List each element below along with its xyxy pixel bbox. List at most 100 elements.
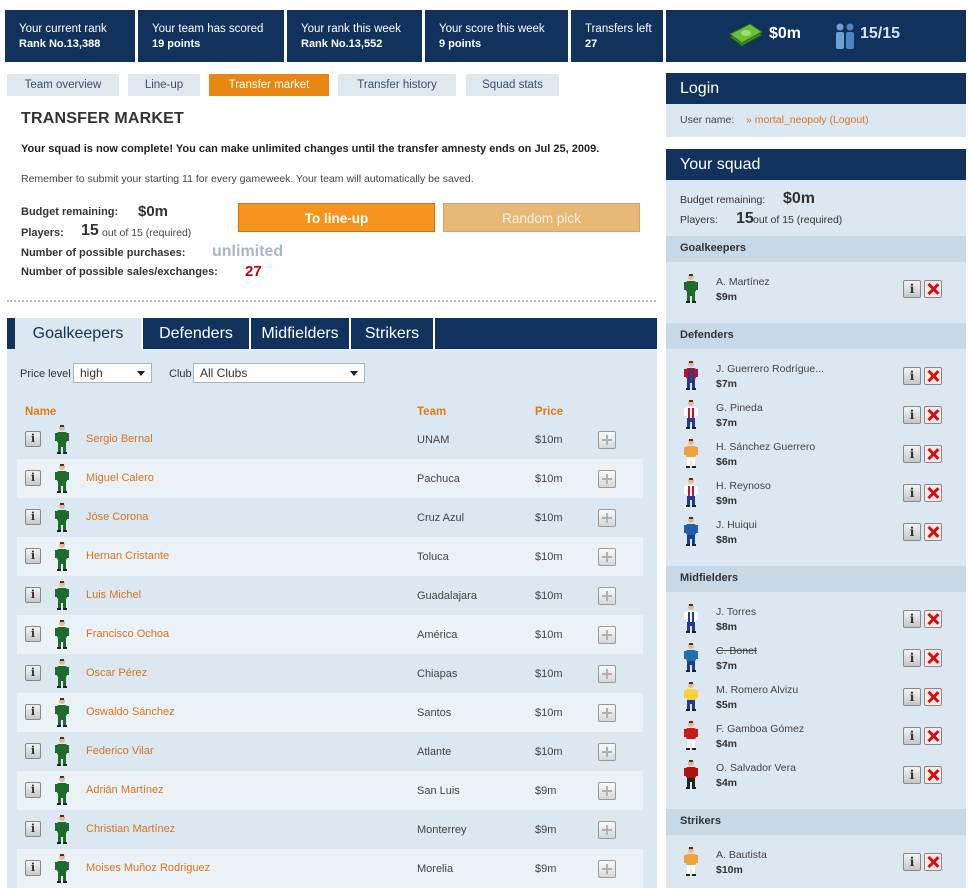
remove-player-icon[interactable] [924,367,942,385]
tab-team-overview[interactable]: Team overview [7,74,119,96]
tab-line-up[interactable]: Line-up [128,74,200,96]
player-name-link[interactable]: Hernan Cristante [86,550,169,562]
info-icon[interactable]: i [25,704,41,720]
info-icon[interactable]: i [25,626,41,642]
info-icon[interactable]: i [25,470,41,486]
info-icon[interactable]: i [903,523,921,541]
price-level-select[interactable]: high [73,363,152,383]
remove-player-icon[interactable] [924,727,942,745]
info-icon[interactable]: i [25,743,41,759]
stat-current-rank: Your current rank Rank No.13,388 [5,10,135,62]
player-name-link[interactable]: Moises Muñoz Rodriguez [86,862,210,874]
table-row: i Francisco Ochoa América $10m [17,615,643,654]
random-pick-button[interactable]: Random pick [443,203,640,232]
remove-player-icon[interactable] [924,766,942,784]
tab-strikers[interactable]: Strikers [351,318,433,349]
info-icon[interactable]: i [25,431,41,447]
add-player-icon[interactable] [598,704,616,722]
info-icon[interactable]: i [903,766,921,784]
player-name-link[interactable]: Oscar Pérez [86,667,147,679]
squad-player-name: M. Romero Alvizu [716,684,799,696]
squad-player-row: F. Gamboa Gómez $4m i [666,721,966,760]
table-row: i Adrián Martínez San Luis $9m [17,771,643,810]
stat-label: Your team has scored [152,23,264,35]
tab-squad-stats[interactable]: Squad stats [466,74,559,96]
remove-player-icon[interactable] [924,484,942,502]
player-name-link[interactable]: Christian Martínez [86,823,175,835]
squad-group-header: Strikers [666,809,966,835]
remove-player-icon[interactable] [924,445,942,463]
info-icon[interactable]: i [25,665,41,681]
add-player-icon[interactable] [598,509,616,527]
club-select[interactable]: All Clubs [193,363,365,383]
add-player-icon[interactable] [598,743,616,761]
player-name-link[interactable]: Miguel Calero [86,472,154,484]
to-lineup-button[interactable]: To line-up [238,203,435,232]
tab-goalkeepers[interactable]: Goalkeepers [15,318,141,349]
remove-player-icon[interactable] [924,688,942,706]
remove-player-icon[interactable] [924,649,942,667]
add-player-icon[interactable] [598,431,616,449]
logout-link[interactable]: » mortal_neopoly (Logout) [746,114,869,126]
player-team: Chiapas [417,668,458,680]
info-icon[interactable]: i [903,484,921,502]
add-player-icon[interactable] [598,665,616,683]
stat-label: Your current rank [19,23,107,35]
info-icon[interactable]: i [25,509,41,525]
info-icon[interactable]: i [903,853,921,871]
add-player-icon[interactable] [598,821,616,839]
info-icon[interactable]: i [903,688,921,706]
remove-player-icon[interactable] [924,610,942,628]
player-name-link[interactable]: Luis Michel [86,589,141,601]
chevron-down-icon [350,371,358,376]
info-icon[interactable]: i [903,445,921,463]
player-name-link[interactable]: Francisco Ochoa [86,628,169,640]
player-name-link[interactable]: Federico Vilar [86,745,154,757]
add-player-icon[interactable] [598,860,616,878]
table-row: i Moises Muñoz Rodriguez Morelia $9m [17,849,643,888]
squad-players-count: 15 [736,210,754,227]
stat-label: Your rank this week [301,23,401,35]
info-icon[interactable]: i [25,860,41,876]
tab-transfer-history[interactable]: Transfer history [338,74,456,96]
table-row: i Christian Martínez Monterrey $9m [17,810,643,849]
column-header-price[interactable]: Price [535,406,563,418]
tab-midfielders[interactable]: Midfielders [251,318,349,349]
jersey-icon [54,814,70,847]
add-player-icon[interactable] [598,587,616,605]
player-name-link[interactable]: Jóse Corona [86,511,148,523]
chevron-down-icon [137,371,145,376]
info-icon[interactable]: i [903,727,921,745]
info-icon[interactable]: i [25,548,41,564]
remove-player-icon[interactable] [924,523,942,541]
info-icon[interactable]: i [25,821,41,837]
jersey-icon [683,720,699,753]
info-icon[interactable]: i [25,587,41,603]
player-name-link[interactable]: Adrián Martínez [86,784,164,796]
stat-label: Transfers left [585,23,652,35]
stat-score-week: Your score this week 9 points [425,10,568,62]
remove-player-icon[interactable] [924,280,942,298]
column-header-team[interactable]: Team [417,406,446,418]
remove-player-icon[interactable] [924,853,942,871]
tab-defenders[interactable]: Defenders [143,318,249,349]
add-player-icon[interactable] [598,626,616,644]
info-icon[interactable]: i [903,280,921,298]
add-player-icon[interactable] [598,548,616,566]
player-name-link[interactable]: Oswaldo Sánchez [86,706,175,718]
info-icon[interactable]: i [903,610,921,628]
info-icon[interactable]: i [903,367,921,385]
jersey-icon [54,736,70,769]
add-player-icon[interactable] [598,470,616,488]
info-icon[interactable]: i [903,649,921,667]
remove-player-icon[interactable] [924,406,942,424]
squad-player-name: J. Torres [716,606,757,618]
tab-transfer-market[interactable]: Transfer market [209,74,329,96]
add-player-icon[interactable] [598,782,616,800]
squad-players-suffix: out of 15 (required) [753,214,843,226]
info-icon[interactable]: i [25,782,41,798]
player-name-link[interactable]: Sergio Bernal [86,433,153,445]
column-header-name[interactable]: Name [25,406,56,418]
squad-budget-value: $0m [783,190,816,207]
info-icon[interactable]: i [903,406,921,424]
